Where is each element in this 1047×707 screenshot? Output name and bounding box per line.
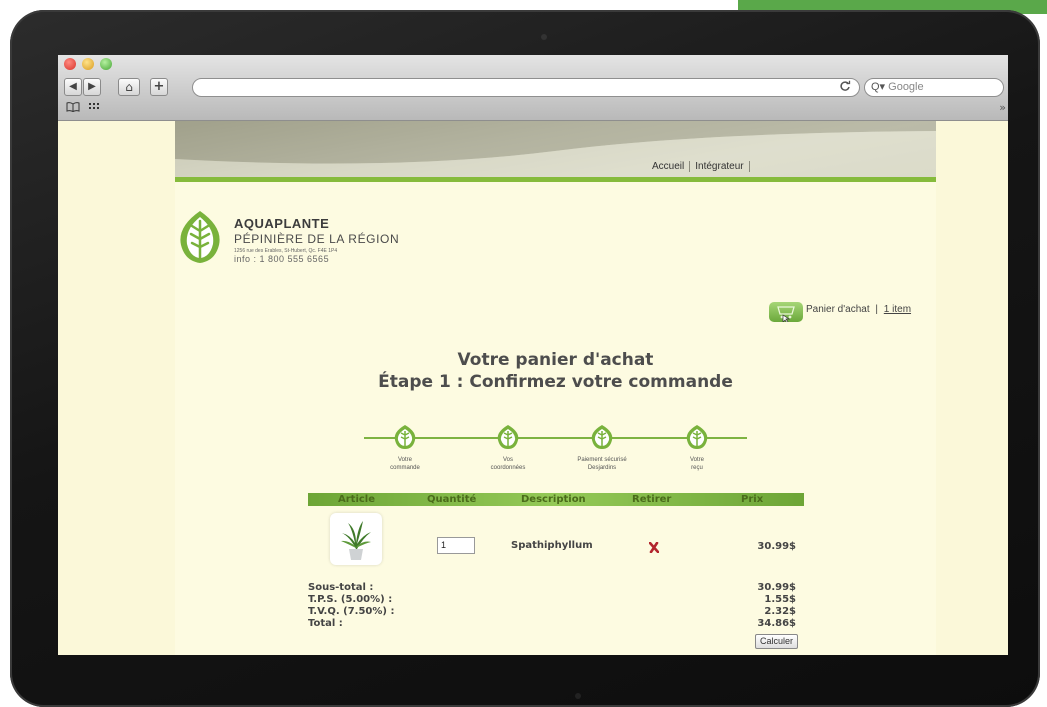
header-description: Description [521,494,586,505]
tablet-screen: ◀ ▶ ⌂ + Q▾ Google » Accueil Intégrateur … [58,55,1008,655]
totals-block: Sous-total : 30.99$ T.P.S. (5.00%) : 1.5… [308,582,804,630]
page-title: Votre panier d'achat [457,350,654,370]
cart-summary: Panier d'achat | 1 item [806,304,911,315]
tps-row: T.P.S. (5.00%) : 1.55$ [308,594,796,605]
brand-phone: info : 1 800 555 6565 [234,254,330,264]
brand-name: AQUAPLANTE [234,216,330,231]
plant-icon [341,521,371,560]
product-description: Spathiphyllum [511,540,593,551]
add-bookmark-button[interactable]: + [150,78,168,96]
address-bar[interactable] [192,78,860,97]
search-field[interactable]: Q▾ Google [864,78,1004,97]
header-retirer: Retirer [632,494,672,505]
browser-toolbar: ◀ ▶ ⌂ + Q▾ Google » [58,55,1008,121]
step-vos-coordonnees[interactable]: Vos coordonnées [468,424,548,472]
zoom-window-button[interactable] [100,58,112,70]
total-row: Total : 34.86$ [308,618,796,629]
page-subtitle: Étape 1 : Confirmez votre commande [378,372,733,392]
grid-icon[interactable] [88,102,102,115]
minimize-window-button[interactable] [82,58,94,70]
back-button[interactable]: ◀ [64,78,82,96]
tvq-row: T.V.Q. (7.50%) : 2.32$ [308,606,796,617]
cart-icon[interactable] [769,302,803,324]
leaf-icon [686,425,708,449]
leaf-logo-icon [180,211,220,263]
nav-link-accueil[interactable]: Accueil [647,161,691,172]
brand-block: AQUAPLANTE PÉPINIÈRE DE LA RÉGION 1256 r… [234,216,399,264]
top-navigation: Accueil Intégrateur [647,161,750,172]
product-image[interactable] [330,513,382,565]
sensor-dot [575,693,581,699]
step-label: Paiement sécurisé Desjardins [577,457,627,471]
step-label: Vos coordonnées [490,457,526,471]
header-prix: Prix [741,494,764,505]
step-label: Votre reçu [689,457,704,471]
remove-icon[interactable] [649,542,659,553]
quantity-input[interactable]: 1 [437,537,475,554]
table-header-row: Article Quantité Description Retirer Pri… [308,493,804,506]
web-page: Accueil Intégrateur AQUAPLANTE PÉPINIÈRE … [175,121,936,655]
header-banner: Accueil Intégrateur [175,121,936,177]
nav-link-integrateur[interactable]: Intégrateur [690,161,750,172]
banner-wave [175,121,936,177]
header-divider [175,177,936,182]
header-article: Article [338,494,376,505]
leaf-icon [591,425,613,449]
cart-separator: | [875,304,879,315]
product-price: 30.99$ [757,541,796,552]
calculate-button[interactable]: Calculer [754,634,798,649]
leaf-icon [394,425,416,449]
step-label: Votre commande [390,457,420,471]
cart-items-link[interactable]: 1 item [884,304,911,315]
step-paiement-securise[interactable]: Paiement sécurisé Desjardins [562,424,642,472]
forward-button[interactable]: ▶ [83,78,101,96]
home-button[interactable]: ⌂ [118,78,140,96]
brand-tagline: PÉPINIÈRE DE LA RÉGION [234,232,400,246]
header-quantite: Quantité [427,494,477,505]
subtotal-row: Sous-total : 30.99$ [308,582,796,593]
reload-icon[interactable] [839,80,851,96]
leaf-icon [497,425,519,449]
cart-label[interactable]: Panier d'achat [806,304,870,315]
cart-table: Article Quantité Description Retirer Pri… [308,493,804,649]
camera-dot [541,34,547,40]
chevron-right-icon[interactable]: » [999,101,1006,114]
search-icon: Q▾ [871,81,886,93]
search-placeholder: Google [888,81,924,93]
book-icon[interactable] [66,102,80,115]
close-window-button[interactable] [64,58,76,70]
step-votre-commande[interactable]: Votre commande [365,424,445,472]
step-votre-recu[interactable]: Votre reçu [657,424,737,472]
